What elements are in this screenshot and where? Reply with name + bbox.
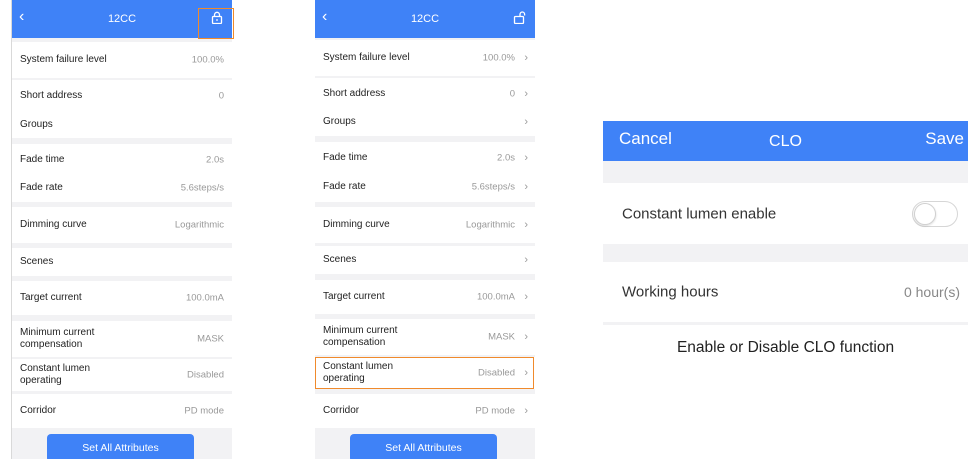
chevron-right-icon: › bbox=[524, 254, 528, 266]
settings-row[interactable]: Constant lumen operating Disabled bbox=[12, 359, 232, 391]
row-value: 0 bbox=[218, 90, 224, 102]
chevron-right-icon: › bbox=[524, 88, 528, 100]
working-hours-value: 0 hour(s) bbox=[903, 284, 960, 300]
row-label: Corridor bbox=[323, 405, 360, 416]
settings-row[interactable]: Target current 100.0mA › bbox=[315, 280, 535, 314]
row-label: Scenes bbox=[20, 256, 54, 267]
settings-row[interactable]: Fade time 2.0s › bbox=[315, 142, 535, 174]
chevron-right-icon: › bbox=[524, 291, 528, 303]
settings-row[interactable]: Groups bbox=[12, 112, 232, 138]
screen-title: CLO bbox=[769, 133, 802, 150]
settings-row[interactable]: Corridor PD mode bbox=[12, 394, 232, 428]
settings-row[interactable]: Short address 0 › bbox=[315, 78, 535, 110]
working-hours-row: Working hours 0 hour(s) bbox=[603, 262, 968, 322]
row-label: Short address bbox=[20, 90, 83, 101]
app-bar: Cancel CLO Save bbox=[603, 121, 968, 161]
row-label: System failure level bbox=[323, 52, 410, 63]
chevron-right-icon: › bbox=[524, 116, 528, 128]
row-value: PD mode bbox=[475, 405, 515, 417]
settings-row[interactable]: System failure level 100.0% bbox=[12, 42, 232, 78]
row-value: 2.0s bbox=[206, 154, 224, 166]
settings-row[interactable]: Fade rate 5.6steps/s bbox=[12, 174, 232, 202]
row-value: Disabled bbox=[187, 369, 224, 381]
row-value: Logarithmic bbox=[174, 219, 224, 231]
settings-screen-locked: ‹ 12CC System failure level 100.0% Short a… bbox=[11, 0, 232, 459]
caption-text: Enable or Disable CLO function bbox=[676, 339, 895, 356]
constant-lumen-enable-row: Constant lumen enable bbox=[603, 183, 968, 244]
row-value: 100.0% bbox=[191, 54, 224, 66]
row-label: Target current bbox=[323, 291, 385, 302]
chevron-right-icon: › bbox=[524, 152, 528, 164]
row-value: 100.0mA bbox=[476, 291, 515, 303]
row-label: Target current bbox=[20, 292, 82, 303]
settings-row[interactable]: Minimum current compensation MASK bbox=[12, 321, 232, 357]
screen-title: 12CC bbox=[410, 13, 440, 25]
row-label: Fade time bbox=[20, 154, 65, 165]
clo-row-highlight-box bbox=[315, 357, 534, 389]
save-button[interactable]: Save bbox=[925, 129, 964, 149]
row-value: 5.6steps/s bbox=[180, 182, 224, 194]
settings-row[interactable]: Groups › bbox=[315, 108, 535, 136]
settings-row[interactable]: Short address 0 bbox=[12, 80, 232, 112]
row-label: System failure level bbox=[20, 54, 107, 65]
row-label: Constant lumen operating bbox=[20, 363, 91, 386]
settings-row[interactable]: Fade time 2.0s bbox=[12, 144, 232, 176]
toggle-knob bbox=[914, 202, 936, 225]
constant-lumen-toggle[interactable] bbox=[912, 200, 958, 227]
settings-screen-unlocked: ‹ 12CC System failure level 100.0% › Short … bbox=[315, 0, 535, 459]
row-label: Scenes bbox=[323, 254, 357, 265]
chevron-right-icon: › bbox=[524, 219, 528, 231]
clo-settings-screen: Cancel CLO Save Constant lumen enable Wo… bbox=[603, 121, 968, 325]
row-value: 0 bbox=[509, 88, 515, 100]
row-label: Short address bbox=[323, 88, 386, 99]
row-label: Fade rate bbox=[20, 182, 63, 193]
row-value: MASK bbox=[488, 331, 515, 343]
settings-row[interactable]: Fade rate 5.6steps/s › bbox=[315, 172, 535, 202]
settings-row[interactable]: Target current 100.0mA bbox=[12, 281, 232, 315]
row-value: 2.0s bbox=[497, 152, 515, 164]
row-label: Dimming curve bbox=[323, 219, 390, 230]
row-value: 100.0mA bbox=[185, 292, 224, 304]
settings-row[interactable]: Minimum current compensation MASK › bbox=[315, 319, 535, 355]
row-label: Minimum current compensation bbox=[20, 327, 95, 350]
row-value: Logarithmic bbox=[465, 219, 515, 231]
app-bar: ‹ 12CC bbox=[315, 0, 535, 38]
lock-open-icon[interactable] bbox=[513, 11, 526, 29]
set-all-attributes-button[interactable]: Set All Attributes bbox=[350, 434, 497, 459]
settings-row[interactable]: Scenes bbox=[12, 248, 232, 276]
row-label: Fade time bbox=[323, 152, 368, 163]
row-label: Fade rate bbox=[323, 181, 366, 192]
chevron-right-icon: › bbox=[524, 52, 528, 64]
chevron-right-icon: › bbox=[524, 181, 528, 193]
row-label: Groups bbox=[323, 116, 356, 127]
set-all-attributes-button[interactable]: Set All Attributes bbox=[47, 434, 194, 459]
lock-highlight-box bbox=[198, 8, 234, 39]
settings-row[interactable]: Scenes › bbox=[315, 246, 535, 274]
row-label: Dimming curve bbox=[20, 219, 87, 230]
settings-row[interactable]: Dimming curve Logarithmic › bbox=[315, 207, 535, 243]
settings-row[interactable]: Corridor PD mode › bbox=[315, 394, 535, 428]
row-value: 5.6steps/s bbox=[471, 181, 515, 193]
row-value: PD mode bbox=[184, 405, 224, 417]
chevron-right-icon: › bbox=[524, 331, 528, 343]
settings-row[interactable]: Dimming curve Logarithmic bbox=[12, 207, 232, 243]
row-value: MASK bbox=[197, 333, 224, 345]
settings-row[interactable]: System failure level 100.0% › bbox=[315, 40, 535, 76]
row-label: Groups bbox=[20, 119, 53, 130]
row-label: Minimum current compensation bbox=[323, 325, 398, 348]
working-hours-label: Working hours bbox=[622, 283, 719, 301]
row-value: 100.0% bbox=[482, 52, 515, 64]
constant-lumen-enable-label: Constant lumen enable bbox=[622, 205, 777, 222]
chevron-right-icon: › bbox=[524, 405, 528, 417]
row-label: Corridor bbox=[20, 405, 57, 416]
